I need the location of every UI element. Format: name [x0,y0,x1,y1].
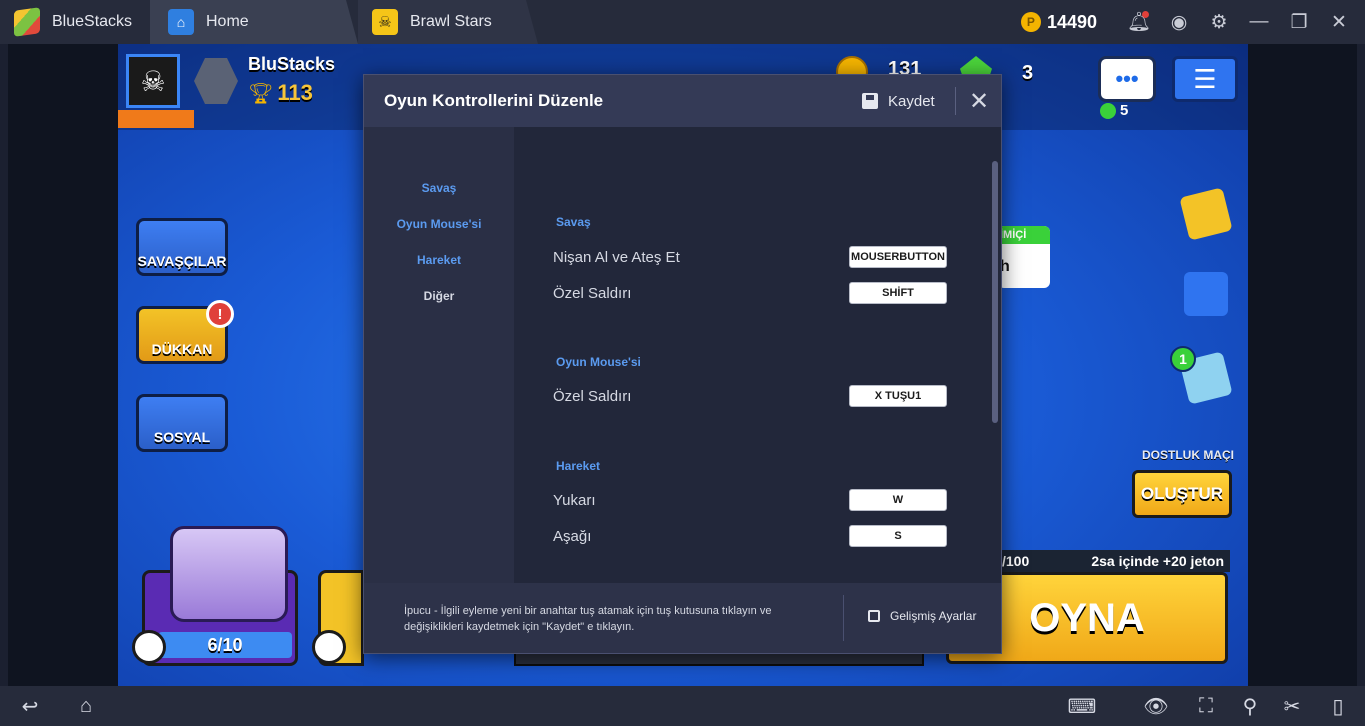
player-avatar[interactable]: ☠ [126,54,180,108]
friends-online-count: 5 [1120,102,1129,119]
brawlers-button[interactable]: SAVAŞÇILAR [136,218,228,276]
shop-label: DÜKKAN [151,341,213,357]
friends-online: 5 [1100,102,1128,119]
tab-brawl-stars-label: Brawl Stars [410,13,492,30]
social-button[interactable]: SOSYAL [136,394,228,452]
trophy-count: 113 [277,80,313,105]
app-name: BlueStacks [52,13,133,30]
box-star-icon-2 [312,630,346,664]
social-label: SOSYAL [153,429,211,445]
account-icon[interactable]: ◉ [1159,0,1199,44]
bluestacks-brand: BlueStacks [0,0,150,44]
row-label-up: Yukarı [553,492,596,509]
gem-amount: 3 [1022,62,1034,84]
advanced-settings-label: Gelişmiş Ayarlar [890,609,977,623]
quests-badge: 1 [1170,346,1196,372]
tab-home-label: Home [206,13,249,30]
coin-balance[interactable]: 14490 [1047,12,1097,33]
dialog-nav: Savaş Oyun Mouse'si Hareket Diğer [364,127,514,583]
nav-item-diger[interactable]: Diğer [364,289,514,303]
footer-divider [843,595,844,641]
key-box-aim-fire[interactable]: MOUSERBUTTON [849,246,947,268]
bell-icon[interactable]: 🔔︎ [1119,0,1159,44]
nav-item-hareket[interactable]: Hareket [364,253,514,267]
titlebar-controls: P 14490 🔔︎ ◉ ⚙ — ❐ ✕ [1020,0,1365,44]
close-icon[interactable]: ✕ [1319,0,1359,44]
token-info: 2sa içinde +20 jeton [1091,553,1224,569]
header-divider [955,87,956,115]
key-box-up[interactable]: W [849,489,947,511]
friendly-match-label: DOSTLUK MAÇI [1142,448,1234,462]
game-controls-dialog: Oyun Kontrollerini Düzenle Kaydet ✕ Sava… [363,74,1002,654]
controls-scrollbar[interactable] [992,161,998,423]
bottom-toolbar: ↩ ⌂ ⌨ 👁︎ ⛶ ⚲ ✂ ▯ [0,686,1365,726]
create-button[interactable]: OLUŞTUR [1132,470,1232,518]
menu-button[interactable]: ☰ [1172,56,1238,102]
close-icon[interactable]: ✕ [967,87,991,115]
section-title-oyun-mouse: Oyun Mouse'si [556,355,641,369]
home-icon: ⌂ [168,9,194,35]
eye-icon[interactable]: 👁︎ [1138,690,1174,722]
key-box-down[interactable]: S [849,525,947,547]
restore-icon[interactable]: ❐ [1279,0,1319,44]
save-icon [862,93,878,109]
fullscreen-icon[interactable]: ⛶ [1188,690,1224,722]
settings-icon [868,610,880,622]
title-bar: BlueStacks ⌂ Home ☠ Brawl Stars P 14490 … [0,0,1365,44]
brawlers-label: SAVAŞÇILAR [137,253,227,269]
dialog-header: Oyun Kontrollerini Düzenle Kaydet ✕ [364,75,1001,127]
phone-icon[interactable]: ▯ [1320,690,1356,722]
bluestacks-logo-icon [14,7,40,37]
box-star-icon [132,630,166,664]
advanced-settings-button[interactable]: Gelişmiş Ayarlar [868,609,976,623]
player-name[interactable]: BluStacks [248,54,335,75]
level-bar [118,110,194,128]
dialog-title: Oyun Kontrollerini Düzenle [384,91,604,110]
coin-icon: P [1020,12,1041,32]
key-box-mouse-special-attack[interactable]: X TUŞU1 [849,385,947,407]
tab-home[interactable]: ⌂ Home [150,0,358,44]
row-label-mouse-special-attack: Özel Saldırı [553,388,632,405]
save-label: Kaydet [888,92,935,110]
trophy-road-icon[interactable] [1184,272,1228,316]
chat-button[interactable]: ••• [1098,56,1156,102]
row-label-special-attack: Özel Saldırı [553,285,632,302]
back-icon[interactable]: ↩ [12,690,48,722]
row-label-down: Aşağı [553,528,592,545]
brawl-box-progress: 6/10 [158,632,292,658]
tab-brawl-stars[interactable]: ☠ Brawl Stars [358,0,538,44]
brawl-stars-icon: ☠ [372,9,398,35]
event-card-header: İMİÇİ [998,226,1050,244]
token-progress: /100 [1002,553,1030,569]
row-label-aim-fire: Nişan Al ve Ateş Et [553,249,680,266]
controls-list[interactable]: Savaş Nişan Al ve Ateş Et MOUSERBUTTON Ö… [514,127,1001,583]
scissors-icon[interactable]: ✂ [1274,690,1310,722]
trophy-icon: 🏆︎ [248,82,274,105]
nav-item-oyun-mouse[interactable]: Oyun Mouse'si [364,217,514,231]
online-dot-icon [1100,102,1116,119]
section-title-hareket: Hareket [556,459,601,473]
token-strip: /100 2sa içinde +20 jeton [998,550,1230,572]
brawl-box-icon [170,526,288,622]
key-box-special-attack[interactable]: SHİFT [849,282,947,304]
gear-icon[interactable]: ⚙ [1199,0,1239,44]
nav-item-savas[interactable]: Savaş [364,181,514,195]
keyboard-icon[interactable]: ⌨ [1064,690,1100,722]
trophy-counter[interactable]: 🏆︎ 113 [248,80,313,106]
minimize-icon[interactable]: — [1239,0,1279,44]
shop-alert-badge: ! [206,300,234,328]
dialog-footer: İpucu - İlgili eyleme yeni bir anahtar t… [364,583,1001,653]
section-title-savas: Savaş [556,215,591,229]
location-icon[interactable]: ⚲ [1232,690,1268,722]
home-icon[interactable]: ⌂ [68,690,104,722]
save-button[interactable]: Kaydet [862,87,935,115]
tip-text: İpucu - İlgili eyleme yeni bir anahtar t… [404,605,772,633]
